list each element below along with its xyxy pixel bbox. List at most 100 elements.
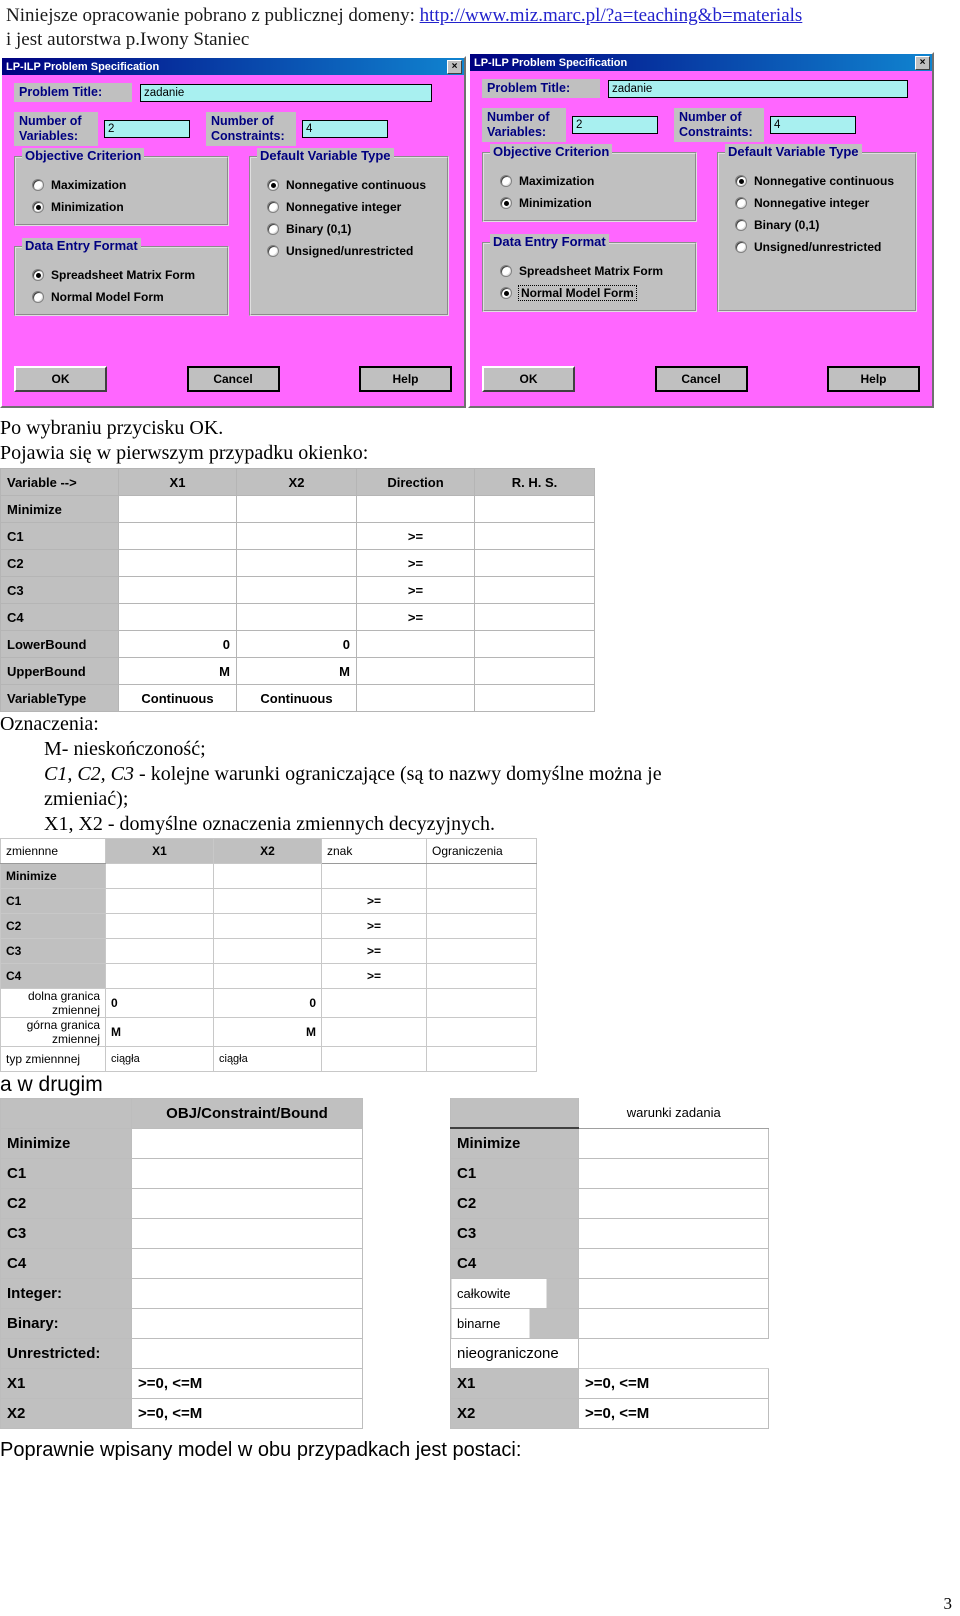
cell-x1[interactable]: Continuous: [118, 684, 237, 712]
cell-ograniczenia[interactable]: [426, 913, 537, 939]
table-row[interactable]: górna granica zmiennej M M: [0, 1017, 537, 1047]
cell-rhs[interactable]: [474, 522, 595, 550]
radio-circle-icon[interactable]: [267, 245, 279, 257]
cell-value[interactable]: >=0, <=M: [578, 1367, 769, 1399]
cell-x1[interactable]: [105, 963, 214, 989]
cell-value[interactable]: [578, 1307, 769, 1339]
cell-ograniczenia[interactable]: [426, 1017, 537, 1047]
table-row[interactable]: Minimize: [0, 863, 537, 889]
help-button[interactable]: Help: [827, 366, 920, 392]
close-icon[interactable]: ×: [915, 55, 930, 70]
table-row[interactable]: X1 >=0, <=M: [0, 1368, 363, 1399]
cell-x2[interactable]: [213, 888, 322, 914]
close-icon[interactable]: ×: [447, 59, 462, 74]
radio-nonnegative-integer[interactable]: Nonnegative integer: [267, 200, 439, 214]
ok-button[interactable]: OK: [14, 366, 107, 392]
ok-button[interactable]: OK: [482, 366, 575, 392]
radio-minimization[interactable]: Minimization: [500, 196, 687, 210]
cell-direction[interactable]: >=: [356, 549, 475, 577]
table-row[interactable]: typ zmiennnej ciągła ciągła: [0, 1046, 537, 1072]
cell-x1[interactable]: [105, 863, 214, 889]
num-constraints-input[interactable]: 4: [302, 120, 388, 138]
table-row[interactable]: C3 >=: [0, 576, 595, 604]
cell-x2[interactable]: [213, 913, 322, 939]
cell-ograniczenia[interactable]: [426, 938, 537, 964]
help-button[interactable]: Help: [359, 366, 452, 392]
table-row[interactable]: C3 >=: [0, 938, 537, 964]
cell-ograniczenia[interactable]: [426, 863, 537, 889]
cell-value[interactable]: [131, 1158, 363, 1189]
radio-unsigned-unrestricted[interactable]: Unsigned/unrestricted: [735, 240, 907, 254]
cancel-button[interactable]: Cancel: [654, 366, 748, 392]
cell-value[interactable]: [578, 1247, 769, 1279]
cell-value[interactable]: [131, 1338, 363, 1369]
cell-x2[interactable]: [213, 863, 322, 889]
cell-ograniczenia[interactable]: [426, 963, 537, 989]
cell-x2[interactable]: [236, 495, 357, 523]
table-row[interactable]: C1 >=: [0, 888, 537, 914]
table-row[interactable]: C1 >=: [0, 522, 595, 550]
table-row[interactable]: C2 >=: [0, 913, 537, 939]
cell-x1[interactable]: [105, 888, 214, 914]
radio-binary[interactable]: Binary (0,1): [735, 218, 907, 232]
table-row[interactable]: C3: [0, 1218, 363, 1249]
table-row[interactable]: C4 >=: [0, 963, 537, 989]
cell-value[interactable]: >=0, <=M: [131, 1398, 363, 1429]
radio-nonnegative-continuous[interactable]: Nonnegative continuous: [267, 178, 439, 192]
table-row[interactable]: Minimize: [0, 495, 595, 523]
radio-nonnegative-integer[interactable]: Nonnegative integer: [735, 196, 907, 210]
cell-x2[interactable]: ciągła: [213, 1046, 322, 1072]
cell-direction[interactable]: [356, 630, 475, 658]
cell-x2[interactable]: [236, 576, 357, 604]
source-link[interactable]: http://www.miz.marc.pl/?a=teaching&b=mat…: [420, 5, 803, 26]
cell-value[interactable]: [578, 1338, 769, 1369]
radio-circle-icon[interactable]: [32, 201, 44, 213]
radio-spreadsheet-matrix-form[interactable]: Spreadsheet Matrix Form: [32, 268, 219, 282]
table-row[interactable]: C4: [0, 1248, 363, 1279]
radio-normal-model-form[interactable]: Normal Model Form: [32, 290, 219, 304]
radio-circle-icon[interactable]: [267, 201, 279, 213]
cell-x2[interactable]: [236, 549, 357, 577]
table-row[interactable]: Minimize: [0, 1128, 363, 1159]
cell-x1[interactable]: ciągła: [105, 1046, 214, 1072]
cell-znak[interactable]: >=: [321, 888, 427, 914]
table-row[interactable]: VariableType Continuous Continuous: [0, 684, 595, 712]
cell-ograniczenia[interactable]: [426, 1046, 537, 1072]
cell-znak[interactable]: [321, 863, 427, 889]
cell-znak[interactable]: >=: [321, 913, 427, 939]
table-row[interactable]: całkowite: [450, 1277, 769, 1309]
table-row[interactable]: X1 >=0, <=M: [450, 1367, 769, 1399]
cell-rhs[interactable]: [474, 576, 595, 604]
radio-circle-icon[interactable]: [500, 287, 512, 299]
cell-x2[interactable]: 0: [213, 988, 322, 1018]
cell-znak[interactable]: [321, 1017, 427, 1047]
cell-ograniczenia[interactable]: [426, 888, 537, 914]
cell-value[interactable]: [131, 1248, 363, 1279]
radio-binary[interactable]: Binary (0,1): [267, 222, 439, 236]
cell-value[interactable]: [578, 1217, 769, 1249]
table-row[interactable]: C2: [0, 1188, 363, 1219]
cell-x1[interactable]: [105, 938, 214, 964]
cancel-button[interactable]: Cancel: [186, 366, 280, 392]
cell-ograniczenia[interactable]: [426, 988, 537, 1018]
num-variables-input[interactable]: 2: [572, 116, 658, 134]
cell-x1[interactable]: [118, 522, 237, 550]
cell-direction[interactable]: [356, 495, 475, 523]
cell-znak[interactable]: [321, 1046, 427, 1072]
table-row[interactable]: C1: [450, 1157, 769, 1189]
table-row[interactable]: UpperBound M M: [0, 657, 595, 685]
radio-circle-icon[interactable]: [735, 175, 747, 187]
radio-circle-icon[interactable]: [735, 219, 747, 231]
table-row[interactable]: Minimize: [450, 1127, 769, 1159]
cell-value[interactable]: [131, 1128, 363, 1159]
dialog-b-titlebar[interactable]: LP-ILP Problem Specification ×: [470, 54, 932, 71]
radio-circle-icon[interactable]: [500, 175, 512, 187]
radio-circle-icon[interactable]: [735, 197, 747, 209]
radio-circle-icon[interactable]: [267, 223, 279, 235]
num-constraints-input[interactable]: 4: [770, 116, 856, 134]
table-row[interactable]: X2 >=0, <=M: [450, 1397, 769, 1429]
cell-x2[interactable]: 0: [236, 630, 357, 658]
table-row[interactable]: C2 >=: [0, 549, 595, 577]
cell-direction[interactable]: >=: [356, 576, 475, 604]
radio-circle-icon[interactable]: [32, 291, 44, 303]
